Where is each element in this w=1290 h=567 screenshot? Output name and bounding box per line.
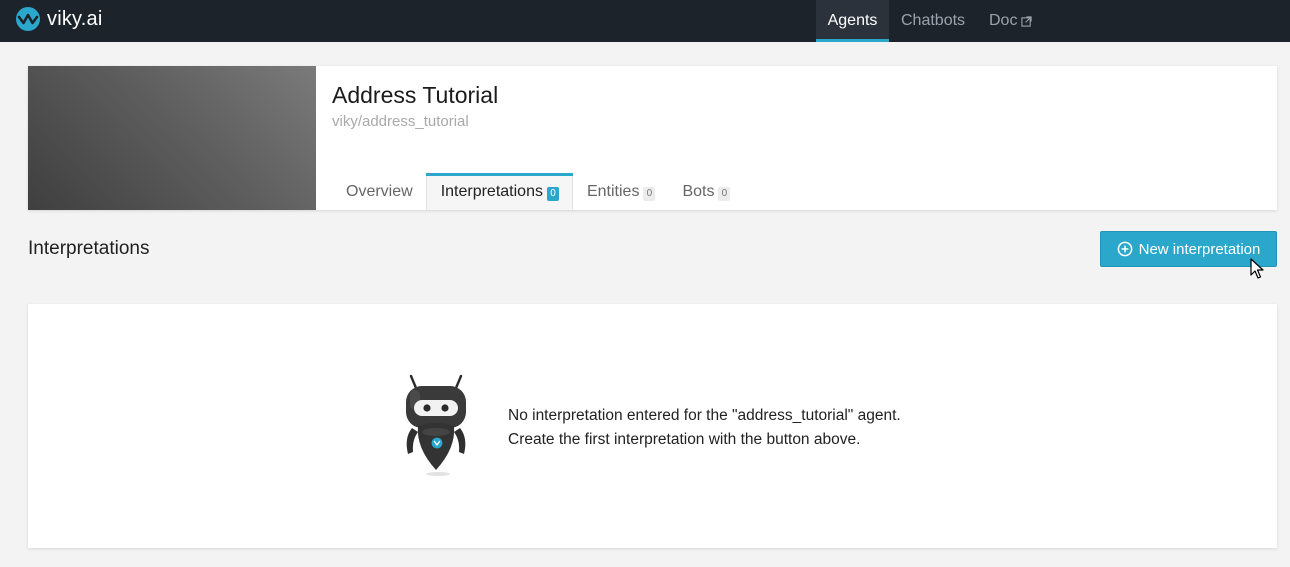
- tab-interpretations[interactable]: Interpretations 0: [425, 173, 574, 210]
- empty-state-line-2: Create the first interpretation with the…: [508, 431, 861, 448]
- top-navbar: viky.ai Agents Chatbots Doc: [0, 0, 1290, 42]
- mouse-cursor-icon: [1250, 258, 1264, 279]
- bots-count-badge: 0: [718, 186, 731, 201]
- nav-agents-label: Agents: [827, 12, 878, 29]
- nav-chatbots-label: Chatbots: [901, 12, 966, 29]
- brand-logo[interactable]: viky.ai: [15, 5, 103, 33]
- external-link-icon: [1021, 15, 1033, 27]
- tab-bots-label: Bots: [682, 182, 715, 200]
- tab-bots[interactable]: Bots 0: [668, 173, 743, 210]
- nav-chatbots[interactable]: Chatbots: [889, 0, 977, 42]
- nav-doc[interactable]: Doc: [977, 0, 1044, 42]
- agent-cover-image: [28, 66, 316, 210]
- robot-illustration: [406, 374, 466, 476]
- interpretations-count-badge: 0: [546, 186, 559, 201]
- entities-count-badge: 0: [643, 186, 656, 201]
- section-title: Interpretations: [28, 238, 150, 259]
- viky-logo-icon: [16, 7, 40, 31]
- tab-entities-label: Entities: [586, 182, 640, 200]
- tab-entities[interactable]: Entities 0: [573, 173, 668, 210]
- empty-state-message: No interpretation entered for the "addre…: [508, 404, 901, 452]
- tab-overview-label: Overview: [346, 182, 413, 200]
- new-interpretation-label: New interpretation: [1138, 240, 1261, 258]
- empty-state-line-1: No interpretation entered for the "addre…: [508, 407, 901, 424]
- agent-tabs: Overview Interpretations 0 Entities 0 Bo…: [332, 173, 743, 210]
- tab-interpretations-label: Interpretations: [440, 182, 543, 200]
- agent-slug: viky/address_tutorial: [332, 113, 469, 130]
- tab-overview[interactable]: Overview: [332, 173, 426, 210]
- nav-doc-label: Doc: [989, 12, 1018, 29]
- plus-circle-icon: [1117, 241, 1132, 257]
- brand-name: viky.ai: [47, 7, 103, 30]
- nav-agents[interactable]: Agents: [816, 0, 889, 42]
- agent-title: Address Tutorial: [332, 82, 499, 108]
- agent-header-card: Address Tutorial viky/address_tutorial O…: [28, 66, 1277, 210]
